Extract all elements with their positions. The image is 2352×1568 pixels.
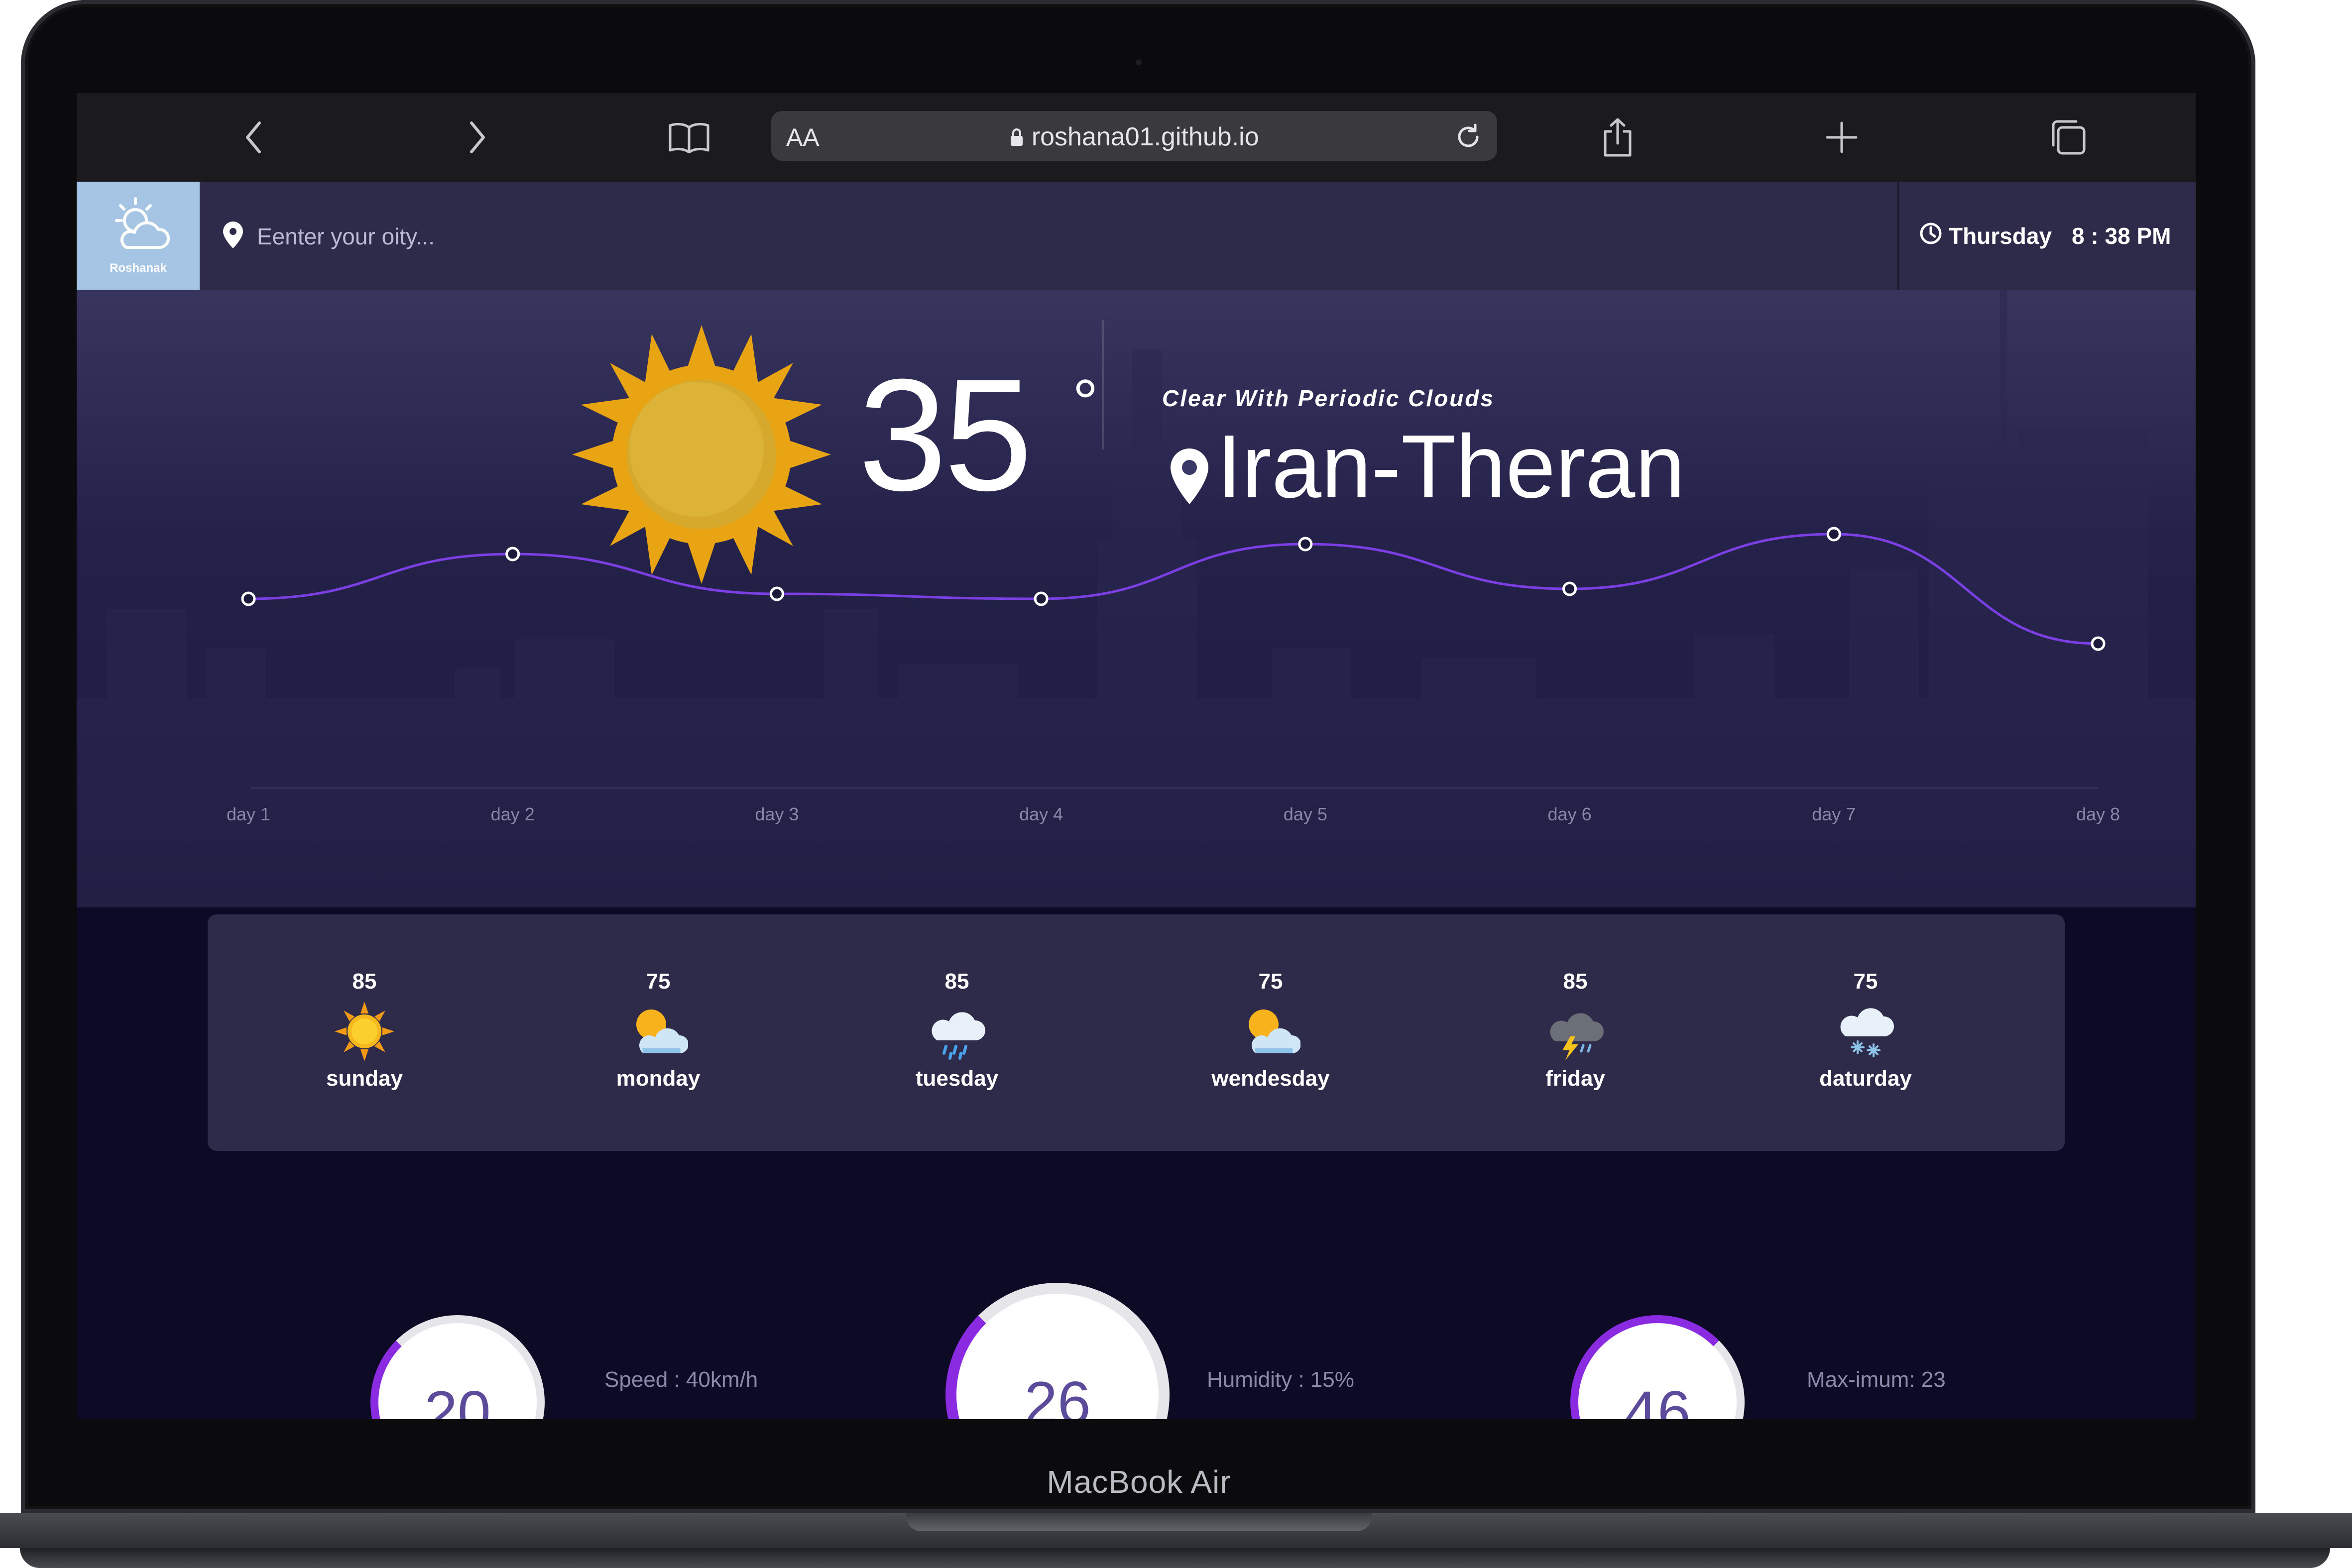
lock-icon	[1009, 122, 1031, 151]
header-divider	[1897, 182, 1899, 290]
browser-toolbar: AA roshana01.github.io	[77, 93, 2196, 182]
forecast-day-label: sunday	[326, 1066, 403, 1091]
laptop-notch	[906, 1513, 1372, 1531]
chart-point[interactable]	[1826, 527, 1841, 542]
chart-point[interactable]	[1562, 581, 1577, 596]
wind-gauge: 20	[370, 1315, 545, 1419]
laptop-model-label: MacBook Air	[1047, 1464, 1231, 1500]
hero-section: 35 ° Clear With Periodic Clouds Iran-The…	[77, 290, 2196, 907]
forecast-panel: 85 sunday 75 monday 85 tuesday 75 wendes…	[208, 914, 2065, 1151]
tabs-overview-icon[interactable]	[2036, 93, 2101, 182]
temperature-range-gauge: 46	[1570, 1315, 1745, 1419]
humidity-gauge: 26	[945, 1283, 1170, 1419]
app-header: Roshanak Thursday 8 : 38 PM	[77, 182, 2196, 290]
location-pin-icon	[222, 221, 244, 252]
forecast-value: 75	[646, 969, 671, 994]
snow-cloud-icon	[1836, 1002, 1895, 1061]
partly-cloudy-icon	[628, 1002, 689, 1061]
forecast-day-label: daturday	[1819, 1066, 1912, 1091]
datetime: Thursday 8 : 38 PM	[1919, 182, 2171, 290]
partly-cloudy-logo-icon	[107, 196, 171, 258]
humidity-gauge-value: 26	[1024, 1369, 1091, 1419]
current-day: Thursday	[1949, 223, 2052, 249]
city-search-input[interactable]	[256, 209, 656, 264]
back-icon[interactable]	[221, 93, 286, 182]
wind-gauge-value: 20	[424, 1379, 491, 1419]
max-temperature-label: Max-imum: 23	[1807, 1367, 1946, 1392]
bookmarks-icon[interactable]	[657, 93, 721, 182]
laptop-base-bottom	[20, 1548, 2330, 1568]
x-tick-label: day 2	[491, 804, 535, 824]
rain-cloud-icon	[927, 1002, 987, 1061]
camera-icon	[1136, 59, 1142, 65]
share-icon[interactable]	[1585, 93, 1650, 182]
temperature-series-line	[248, 533, 2099, 645]
forecast-day-label: friday	[1545, 1066, 1605, 1091]
address-bar[interactable]: AA roshana01.github.io	[771, 111, 1497, 161]
forecast-day-label: wendesday	[1211, 1066, 1330, 1091]
chart-point[interactable]	[505, 547, 520, 561]
clock-icon	[1919, 222, 1943, 251]
forecast-value: 85	[1563, 969, 1588, 994]
x-tick-label: day 3	[755, 804, 799, 824]
chart-point[interactable]	[1034, 591, 1049, 606]
forecast-value: 85	[944, 969, 969, 994]
chart-point[interactable]	[1298, 537, 1313, 552]
thunderstorm-icon	[1545, 1002, 1605, 1061]
x-tick-label: day 5	[1284, 804, 1327, 824]
logo-text: Roshanak	[110, 261, 167, 275]
x-tick-label: day 1	[227, 804, 270, 824]
forecast-value: 85	[352, 969, 377, 994]
forward-icon[interactable]	[445, 93, 510, 182]
chart-point[interactable]	[769, 586, 784, 601]
chart-point[interactable]	[2091, 636, 2106, 651]
sun-icon	[335, 1002, 394, 1061]
wind-speed-label: Speed : 40km/h	[604, 1367, 758, 1392]
x-tick-label: day 4	[1019, 804, 1063, 824]
forecast-value: 75	[1258, 969, 1283, 994]
forecast-day-label: tuesday	[915, 1066, 999, 1091]
humidity-label: Humidity : 15%	[1207, 1367, 1354, 1392]
url-text: roshana01.github.io	[1031, 122, 1259, 151]
screen: AA roshana01.github.io Roshanak Eenter y…	[77, 93, 2196, 1419]
x-tick-label: day 7	[1812, 804, 1856, 824]
chart-point[interactable]	[241, 591, 256, 606]
partly-cloudy-icon	[1241, 1002, 1301, 1061]
logo[interactable]: Roshanak	[77, 182, 200, 290]
current-time: 8 : 38 PM	[2072, 223, 2171, 249]
temperature-range-gauge-value: 46	[1624, 1379, 1691, 1419]
temperature-line-chart: day 1 day 2 day 3 day 4 day 5 day 6 day 7 day 8	[227, 527, 2120, 824]
x-tick-label: day 6	[1548, 804, 1592, 824]
forecast-day-label: monday	[616, 1066, 701, 1091]
forecast-value: 75	[1853, 969, 1878, 994]
new-tab-icon[interactable]	[1809, 93, 1874, 182]
reload-icon[interactable]	[1453, 122, 1483, 154]
x-tick-label: day 8	[2076, 804, 2120, 824]
